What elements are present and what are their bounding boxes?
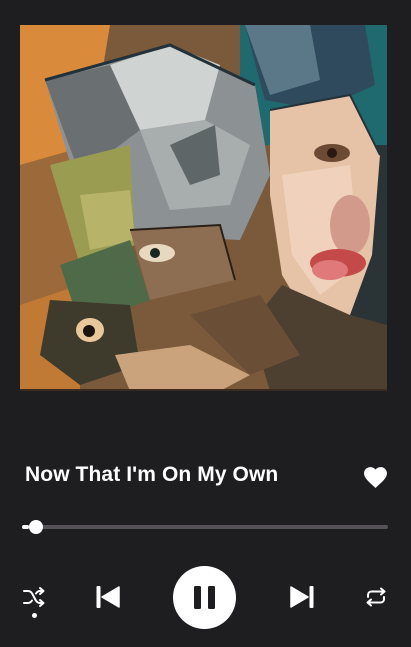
repeat-button[interactable] [364,587,388,607]
heart-icon [364,467,387,488]
repeat-icon [366,587,386,607]
shuffle-button[interactable] [22,586,46,608]
music-player: Now That I'm On My Own [0,0,411,647]
album-art [20,25,387,391]
progress-bar[interactable] [22,520,388,534]
shuffle-icon [23,587,45,607]
next-track-button[interactable] [289,585,315,609]
progress-fill [22,525,30,529]
like-button[interactable] [363,465,388,489]
progress-handle[interactable] [29,520,44,534]
track-title: Now That I'm On My Own [25,463,279,486]
play-pause-button[interactable] [173,566,236,629]
skip-previous-icon [96,586,120,608]
previous-track-button[interactable] [95,585,121,609]
album-art-image [20,25,387,391]
shuffle-active-indicator [32,613,37,618]
skip-next-icon [290,586,314,608]
progress-track [22,525,388,529]
pause-icon [194,586,215,609]
